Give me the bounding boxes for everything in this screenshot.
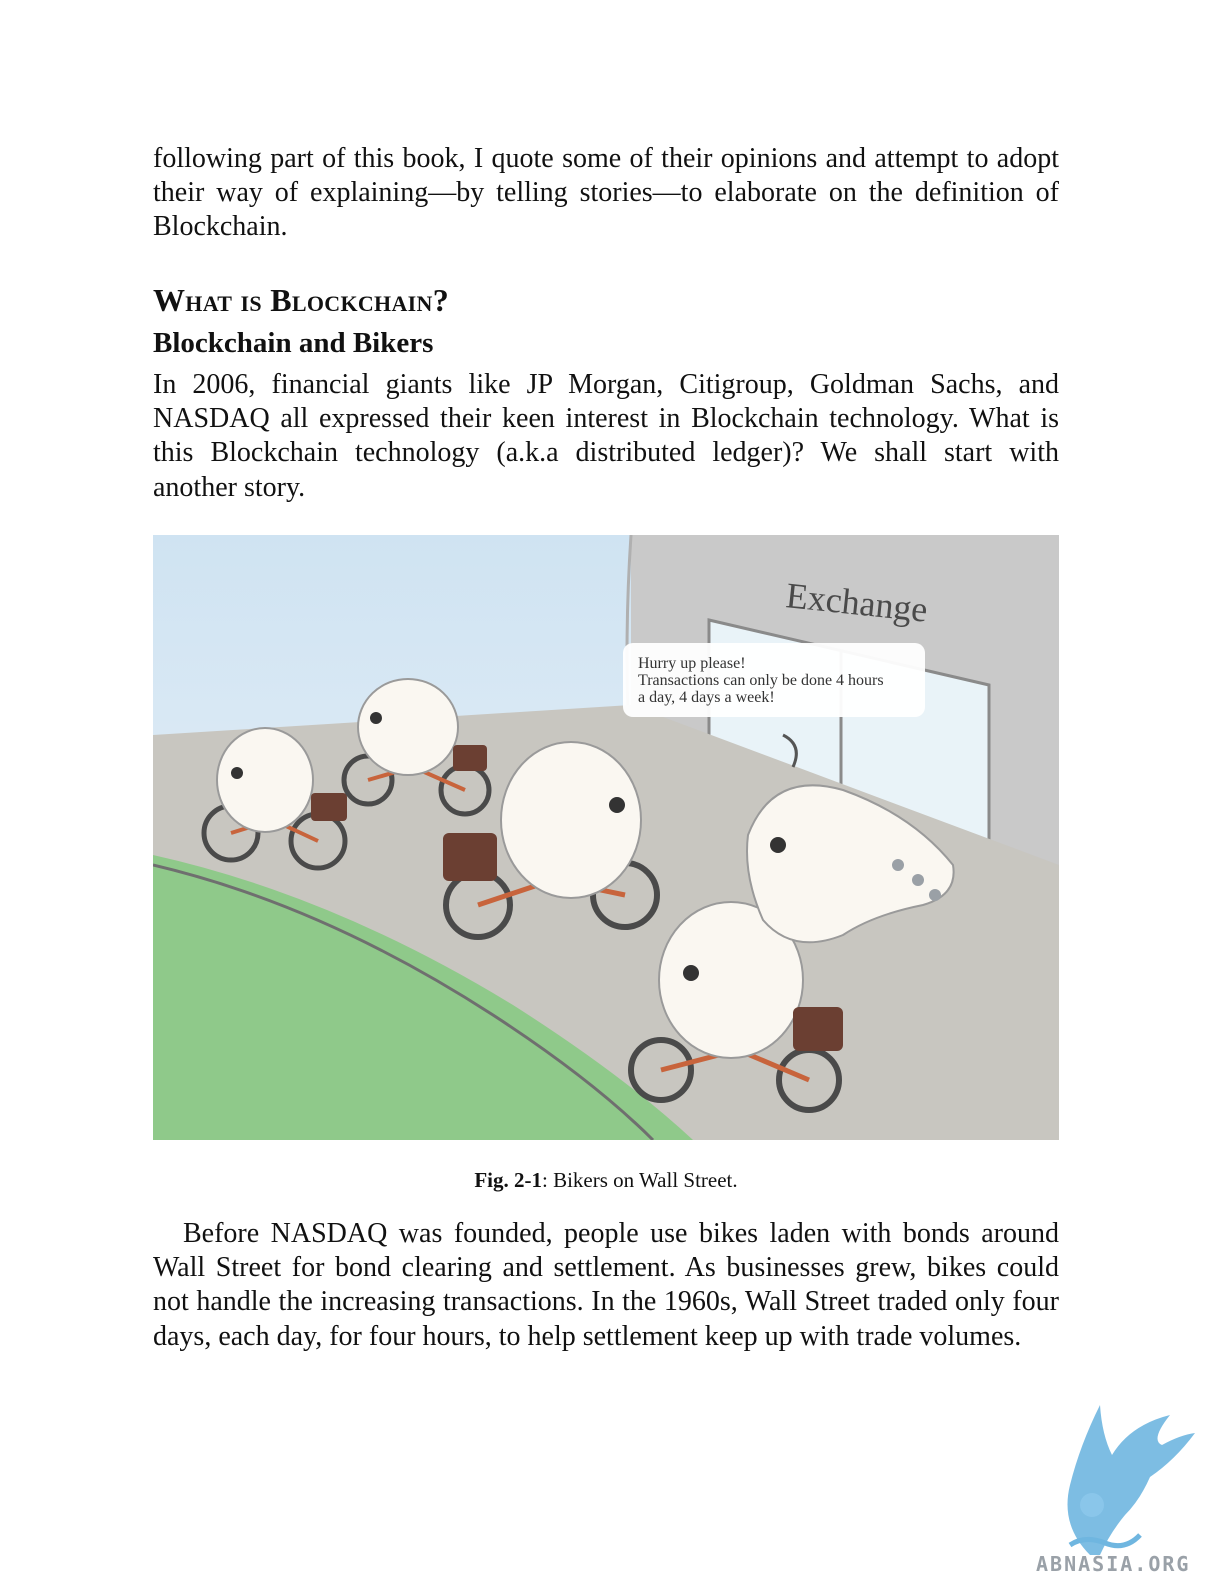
section-heading: What is Blockchain?	[153, 282, 450, 318]
bubble-line-3: a day, 4 days a week!	[638, 689, 775, 706]
body-paragraph: In 2006, financial giants like JP Morgan…	[153, 369, 1059, 503]
figure-bikers-illustration: Exchange Hurry up please! Transactions c…	[153, 535, 1059, 1140]
watermark-text: ABNASIA.ORG	[1036, 1552, 1191, 1576]
bubble-line-1: Hurry up please!	[638, 655, 746, 672]
caption-label: Fig. 2-1	[474, 1168, 542, 1192]
bikers-illustration: Exchange Hurry up please! Transactions c…	[153, 535, 1059, 1140]
caption-text: : Bikers on Wall Street.	[542, 1168, 738, 1192]
figure-caption: Fig. 2-1: Bikers on Wall Street.	[153, 1168, 1059, 1193]
bubble-line-2: Transactions can only be done 4 hours	[638, 672, 884, 689]
griffin-logo-icon	[1067, 1405, 1195, 1555]
intro-paragraph: following part of this book, I quote som…	[153, 143, 1059, 243]
body-paragraph-2: Before NASDAQ was founded, people use bi…	[153, 1217, 1059, 1354]
subsection-heading: Blockchain and Bikers	[153, 327, 434, 359]
body-paragraph-2-text: Before NASDAQ was founded, people use bi…	[153, 1218, 1059, 1352]
